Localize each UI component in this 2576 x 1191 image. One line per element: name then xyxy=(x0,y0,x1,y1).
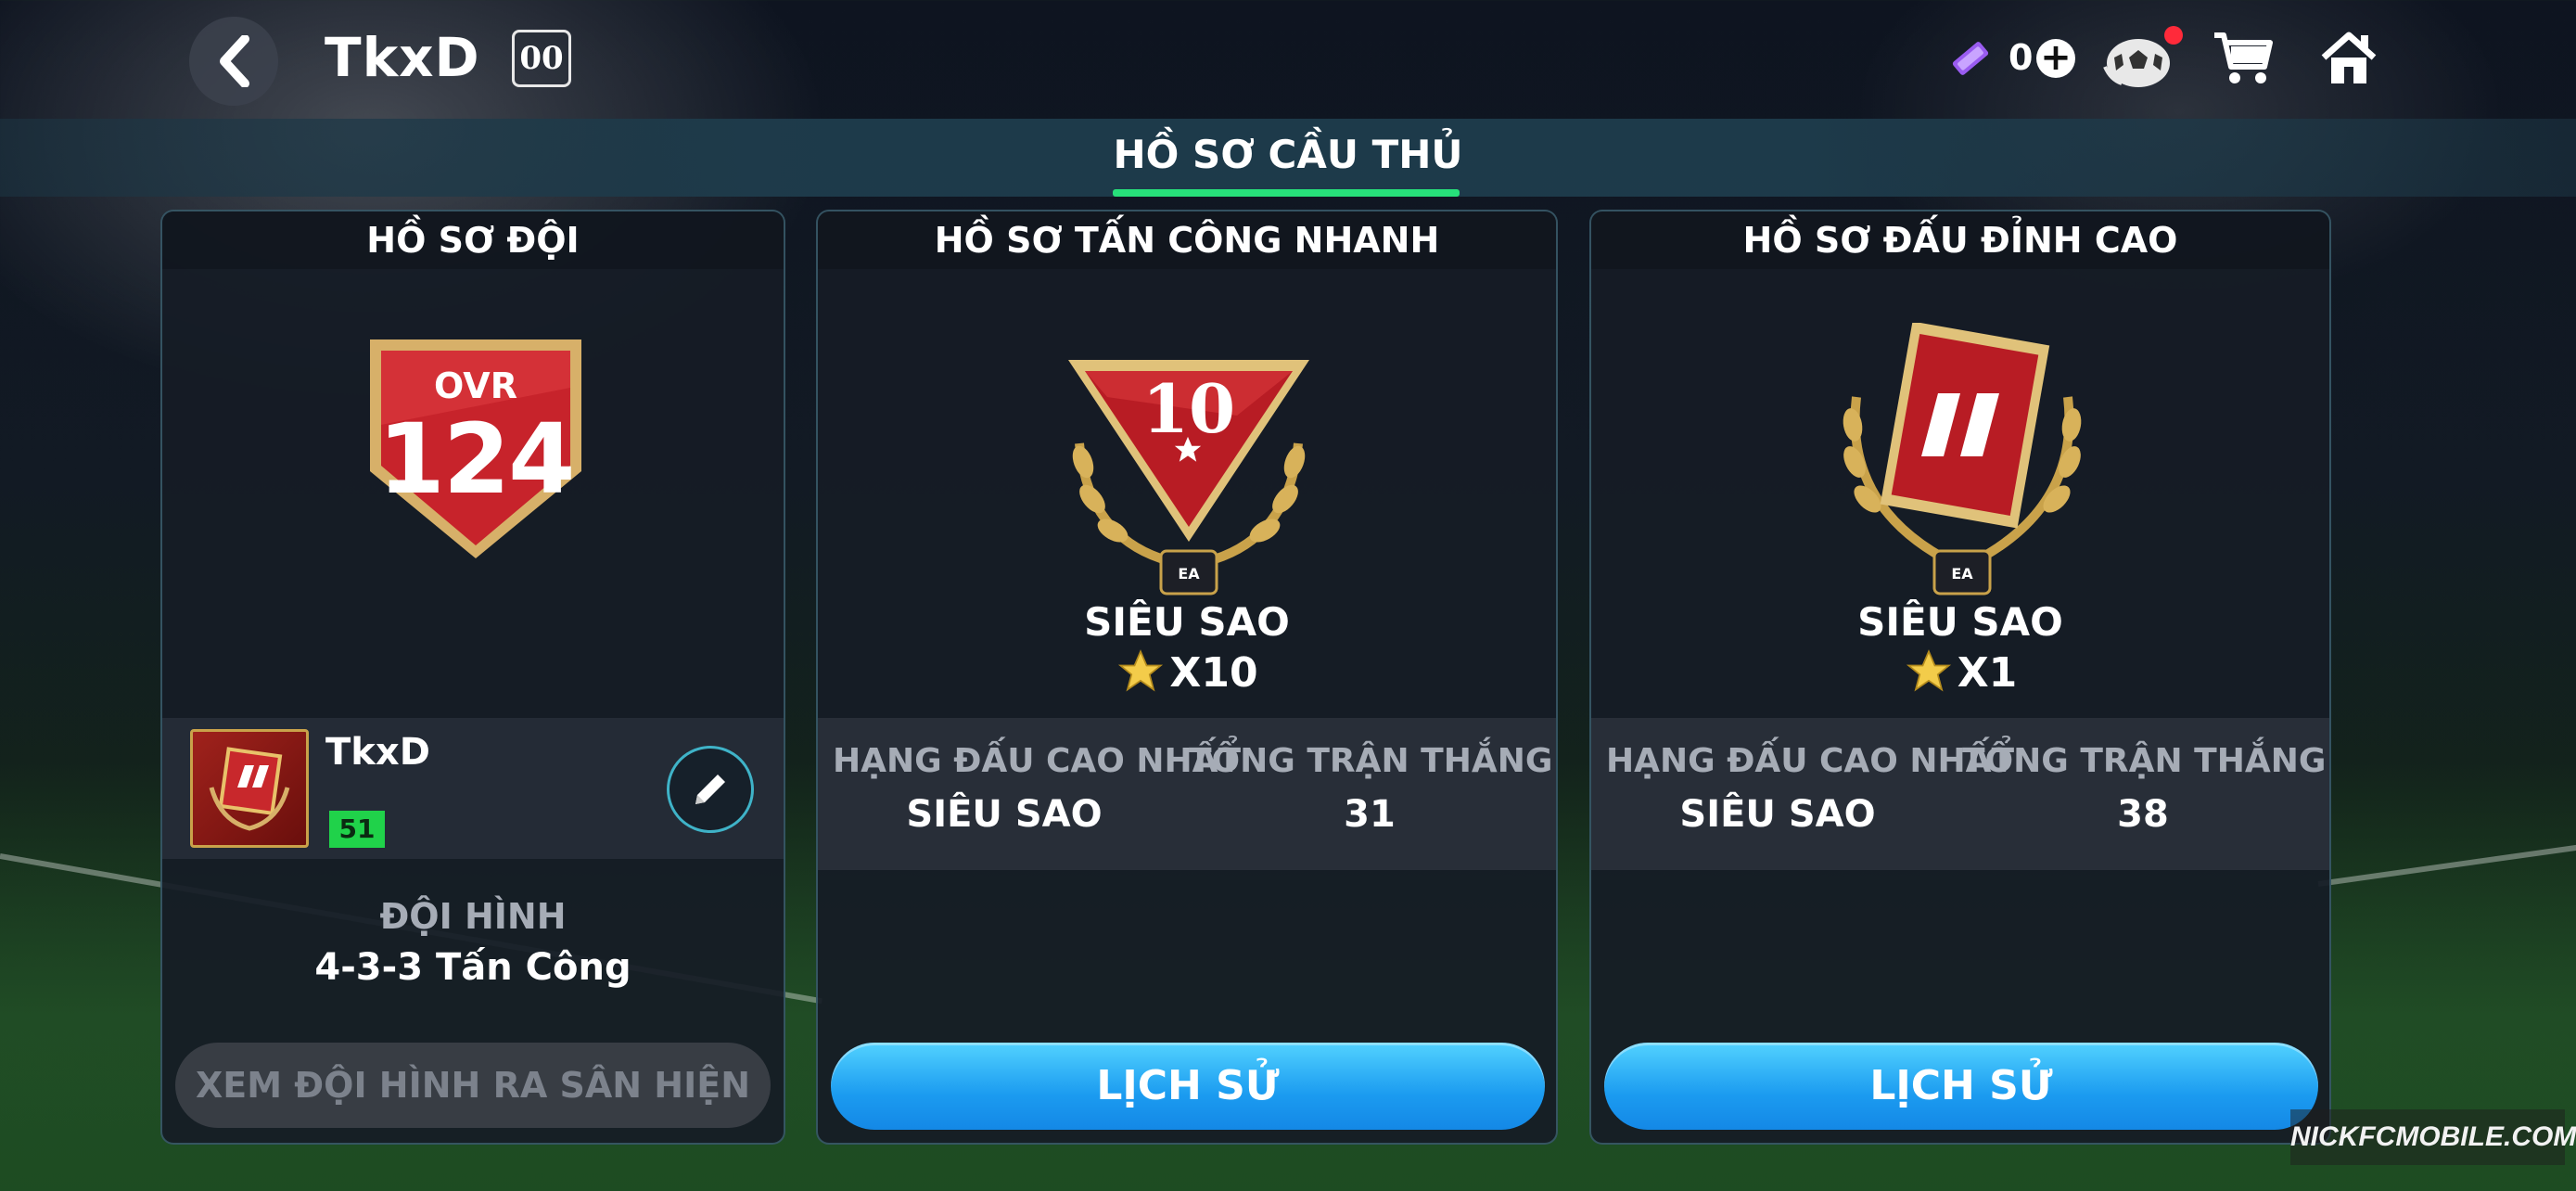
notification-dot xyxy=(2164,26,2183,45)
total-wins-value: 38 xyxy=(2117,793,2169,836)
total-wins-label: TỔNG TRẬN THẮNG xyxy=(1189,742,1553,780)
rank-name: SIÊU SAO xyxy=(1084,599,1290,645)
star-count: X10 xyxy=(818,647,1556,697)
panel-header: HỒ SƠ ĐẤU ĐỈNH CAO xyxy=(1591,211,2329,269)
view-lineup-button[interactable]: XEM ĐỘI HÌNH RA SÂN HIỆN TẠI xyxy=(175,1043,771,1128)
currency-value: 0 xyxy=(2009,37,2034,78)
formation-label: ĐỘI HÌNH xyxy=(379,896,567,937)
avatar xyxy=(190,729,309,848)
add-currency-button[interactable]: + xyxy=(2036,39,2075,78)
cart-icon[interactable] xyxy=(2213,30,2274,87)
star-icon xyxy=(1118,649,1164,692)
star-count-value: X1 xyxy=(1957,649,2018,697)
edit-name-button[interactable] xyxy=(667,746,754,833)
ovr-value: 124 xyxy=(377,403,575,516)
ticket-icon xyxy=(1952,42,1989,75)
player-row: TkxD 51 xyxy=(162,718,784,859)
active-tab-indicator xyxy=(1113,189,1460,197)
page-title: HỒ SƠ CẦU THỦ xyxy=(1113,132,1463,177)
team-badge: 00 xyxy=(512,30,571,87)
plus-icon: + xyxy=(2040,36,2072,79)
star-count-value: X10 xyxy=(1169,649,1258,697)
best-rank-value: SIÊU SAO xyxy=(906,793,1103,836)
total-wins-stat: TỔNG TRẬN THẮNG 31 xyxy=(1189,742,1553,836)
star-icon xyxy=(1174,436,1202,462)
ovr-badge: OVR 124 xyxy=(357,332,594,564)
best-rank-stat: HẠNG ĐẤU CAO NHẤT SIÊU SAO xyxy=(1606,742,2015,836)
trophy-icon: EA xyxy=(1843,323,2082,596)
total-wins-label: TỔNG TRẬN THẮNG xyxy=(1962,742,2327,780)
team-name: TkxD xyxy=(325,26,480,89)
stats-box: HẠNG ĐẤU CAO NHẤT SIÊU SAO TỔNG TRẬN THẮ… xyxy=(1591,718,2329,870)
team-profile-panel: HỒ SƠ ĐỘI OVR 124 TkxD 51 ĐỘI HÌNH 4-3-3 xyxy=(160,210,785,1145)
watermark: NICKFCMOBILE.COM xyxy=(2290,1109,2576,1165)
star-count: X1 xyxy=(1591,647,2329,697)
total-wins-value: 31 xyxy=(1344,793,1396,836)
back-button[interactable] xyxy=(189,17,278,106)
quick-attack-panel: HỒ SƠ TẤN CÔNG NHANH EA 10 SIÊU SAO X10 … xyxy=(816,210,1558,1145)
history-button[interactable]: LỊCH SỬ xyxy=(831,1043,1545,1130)
history-button[interactable]: LỊCH SỬ xyxy=(1604,1043,2318,1130)
chevron-left-icon xyxy=(220,35,249,87)
best-rank-stat: HẠNG ĐẤU CAO NHẤT SIÊU SAO xyxy=(833,742,1242,836)
stats-box: HẠNG ĐẤU CAO NHẤT SIÊU SAO TỔNG TRẬN THẮ… xyxy=(818,718,1556,870)
panel-header: HỒ SƠ TẤN CÔNG NHANH xyxy=(818,211,1556,269)
pencil-icon xyxy=(695,775,725,804)
formation-value: 4-3-3 Tấn Công xyxy=(314,946,631,989)
svg-text:EA: EA xyxy=(1951,565,1973,583)
top-bar: TkxD 00 0 + xyxy=(0,0,2576,119)
best-rank-value: SIÊU SAO xyxy=(1679,793,1876,836)
panel-header: HỒ SƠ ĐỘI xyxy=(162,211,784,269)
svg-text:EA: EA xyxy=(1178,565,1200,583)
peak-match-panel: HỒ SƠ ĐẤU ĐỈNH CAO EA SIÊU SAO X1 HẠNG Đ… xyxy=(1589,210,2331,1145)
player-name: TkxD xyxy=(325,731,430,774)
best-rank-label: HẠNG ĐẤU CAO NHẤT xyxy=(1606,742,2015,780)
title-strip: HỒ SƠ CẦU THỦ xyxy=(0,119,2576,197)
rank-name: SIÊU SAO xyxy=(1857,599,2063,645)
best-rank-label: HẠNG ĐẤU CAO NHẤT xyxy=(833,742,1242,780)
star-icon xyxy=(1906,649,1951,692)
level-badge: 51 xyxy=(329,811,385,848)
ovr-label: OVR xyxy=(434,365,517,406)
total-wins-stat: TỔNG TRẬN THẮNG 38 xyxy=(1962,742,2327,836)
trophy-avatar-icon xyxy=(209,747,290,831)
home-icon[interactable] xyxy=(2320,30,2378,87)
